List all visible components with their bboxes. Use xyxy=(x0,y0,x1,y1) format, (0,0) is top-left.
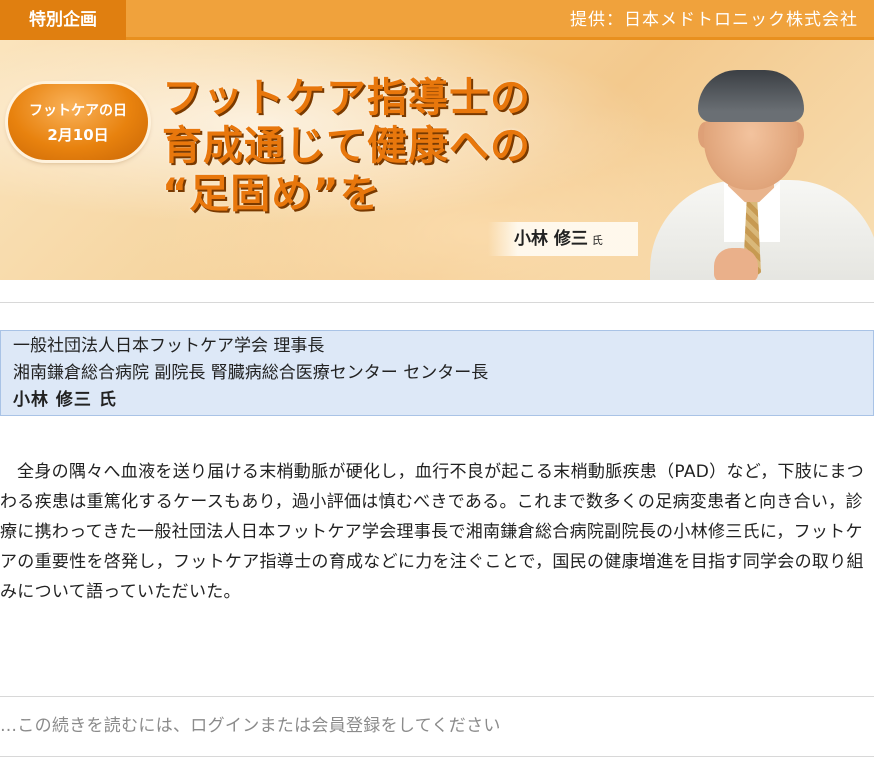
article-lead: 全身の隅々へ血液を送り届ける末梢動脈が硬化し，血行不良が起こる末梢動脈疾患（PA… xyxy=(0,462,865,602)
login-prompt-link[interactable]: …この続きを読むには、ログインまたは会員登録をしてください xyxy=(0,711,874,741)
headline-line-3: “足固め”を xyxy=(162,171,381,217)
page: 特別企画 提供：日本メドトロニック株式会社 フットケアの日 2月10日 フットケ… xyxy=(0,0,874,761)
portrait-hand xyxy=(714,248,758,280)
affiliation-box: 一般社団法人日本フットケア学会 理事長 湘南鎌倉総合病院 副院長 腎臓病総合医療… xyxy=(0,330,874,416)
doctor-portrait-image xyxy=(640,40,874,280)
feature-banner: フットケアの日 2月10日 フットケア指導士の 育成通じて健康への “足固め”を… xyxy=(0,40,874,280)
section-divider xyxy=(0,302,874,303)
interviewee-name: 小林 修三 xyxy=(514,229,588,249)
sponsor-credit: 提供：日本メドトロニック株式会社 xyxy=(570,10,858,30)
section-divider xyxy=(0,756,874,757)
affiliation-line-2: 湘南鎌倉総合病院 副院長 腎臓病総合医療センター センター長 xyxy=(13,363,489,383)
footcare-day-badge: フットケアの日 2月10日 xyxy=(8,84,148,160)
special-feature-tag: 特別企画 xyxy=(0,0,126,40)
section-divider xyxy=(0,696,874,697)
badge-title: フットケアの日 xyxy=(29,103,127,119)
portrait-hair xyxy=(698,70,804,122)
interviewee-honorific: 氏 xyxy=(591,234,603,247)
header-bar: 特別企画 提供：日本メドトロニック株式会社 xyxy=(0,0,874,40)
affiliation-name: 小林 修三 氏 xyxy=(13,390,117,410)
badge-date: 2月10日 xyxy=(47,126,109,144)
affiliation-line-1: 一般社団法人日本フットケア学会 理事長 xyxy=(13,336,325,356)
headline-line-1: フットケア指導士の xyxy=(162,75,531,121)
banner-headline: フットケア指導士の 育成通じて健康への “足固め”を xyxy=(162,74,622,218)
headline-line-2: 育成通じて健康への xyxy=(162,123,531,169)
interviewee-name-card: 小林 修三氏 xyxy=(488,222,638,256)
